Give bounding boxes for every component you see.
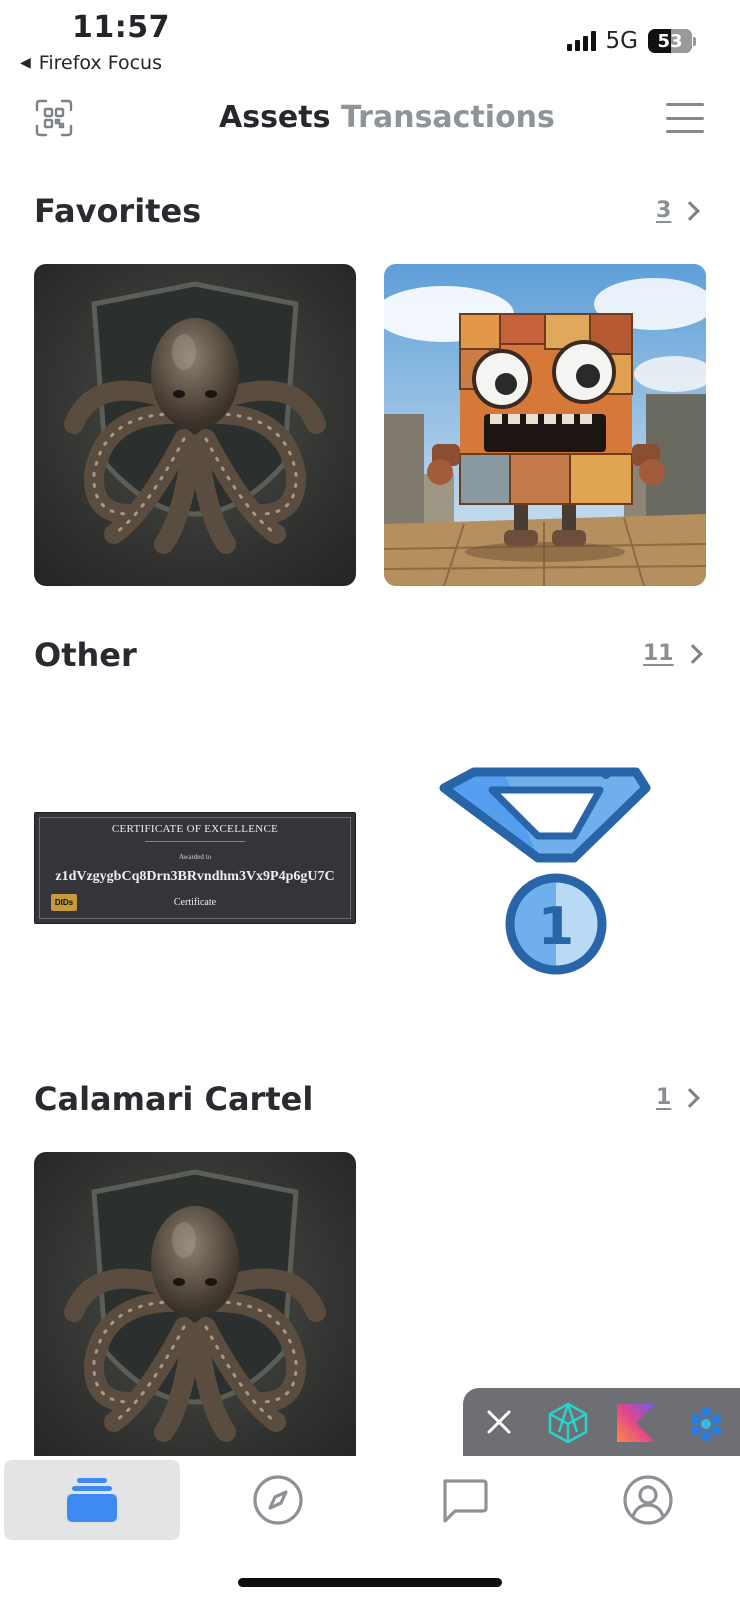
certificate-subtitle: Certificate: [173, 897, 217, 908]
asset-card-octopus[interactable]: [34, 264, 356, 586]
nav-explore[interactable]: [190, 1460, 366, 1540]
certificate-awarded-label: Awarded to: [178, 853, 212, 861]
battery-level: 53: [657, 30, 683, 52]
profile-icon: [623, 1475, 673, 1525]
tab-assets[interactable]: Assets: [219, 100, 330, 135]
molecule-app-icon: [691, 1407, 721, 1441]
close-icon: [487, 1410, 511, 1434]
wallet-icon: [67, 1478, 117, 1522]
floating-app-switcher: [463, 1388, 740, 1456]
section-title-favorites: Favorites: [34, 192, 202, 230]
hamburger-menu-button[interactable]: [666, 103, 704, 133]
status-time: 11:57: [72, 10, 170, 45]
app-shortcut-kotlin[interactable]: [615, 1402, 657, 1444]
home-indicator[interactable]: [238, 1578, 502, 1587]
medal-icon: 1: [439, 767, 651, 975]
back-app-label: Firefox Focus: [38, 52, 162, 74]
status-indicators: 5G 53: [566, 28, 696, 54]
other-see-all[interactable]: 11: [643, 641, 703, 666]
favorites-count: 3: [656, 198, 672, 223]
tab-transactions[interactable]: Transactions: [341, 100, 555, 135]
back-to-app[interactable]: ◀ Firefox Focus: [20, 52, 162, 74]
block-robot-artwork: [384, 264, 706, 586]
hamburger-menu-icon: [666, 103, 704, 106]
nav-profile[interactable]: [560, 1460, 736, 1540]
qr-scan-icon: [35, 99, 73, 137]
nav-assets[interactable]: [4, 1460, 180, 1540]
app-shortcut-geometric[interactable]: [547, 1402, 589, 1444]
asset-card-medal[interactable]: 1: [384, 708, 706, 1030]
back-triangle-icon: ◀: [20, 55, 31, 71]
chevron-right-icon: [682, 643, 703, 664]
chevron-right-icon: [680, 200, 701, 221]
favorites-see-all[interactable]: 3: [656, 198, 701, 223]
nav-messages[interactable]: [376, 1460, 552, 1540]
octopus-artwork: [34, 264, 356, 586]
certificate-divider: [145, 841, 245, 842]
chat-icon: [443, 1479, 488, 1523]
calamari-cartel-see-all[interactable]: 1: [656, 1085, 701, 1110]
certificate-title: CERTIFICATE OF EXCELLENCE: [111, 823, 279, 835]
asset-card-octopus-calamari[interactable]: [34, 1152, 356, 1456]
medal-number: 1: [538, 897, 574, 957]
kotlin-style-app-icon: [617, 1404, 655, 1442]
chevron-right-icon: [680, 1087, 701, 1108]
octopus-artwork: [34, 1152, 356, 1456]
calamari-cartel-count: 1: [656, 1085, 672, 1110]
asset-card-certificate[interactable]: CERTIFICATE OF EXCELLENCE Awarded to z1d…: [34, 812, 356, 924]
close-button[interactable]: [485, 1408, 513, 1436]
qr-scan-button[interactable]: [34, 98, 74, 138]
asset-card-block-robot[interactable]: [384, 264, 706, 586]
section-title-other: Other: [34, 636, 137, 674]
geometric-app-icon: [548, 1402, 588, 1444]
section-title-calamari-cartel: Calamari Cartel: [34, 1080, 314, 1118]
compass-icon: [253, 1475, 303, 1525]
app-shortcut-molecule[interactable]: [685, 1402, 727, 1444]
dids-badge-logo: DIDs: [51, 894, 77, 911]
battery-icon: 53: [648, 29, 696, 53]
certificate-recipient-id: z1dVzgygbCq8Drn3BRvndhm3Vx9P4p6gU7C: [55, 869, 335, 884]
signal-icon: [566, 31, 596, 51]
network-label: 5G: [605, 28, 638, 54]
other-count: 11: [643, 641, 674, 666]
